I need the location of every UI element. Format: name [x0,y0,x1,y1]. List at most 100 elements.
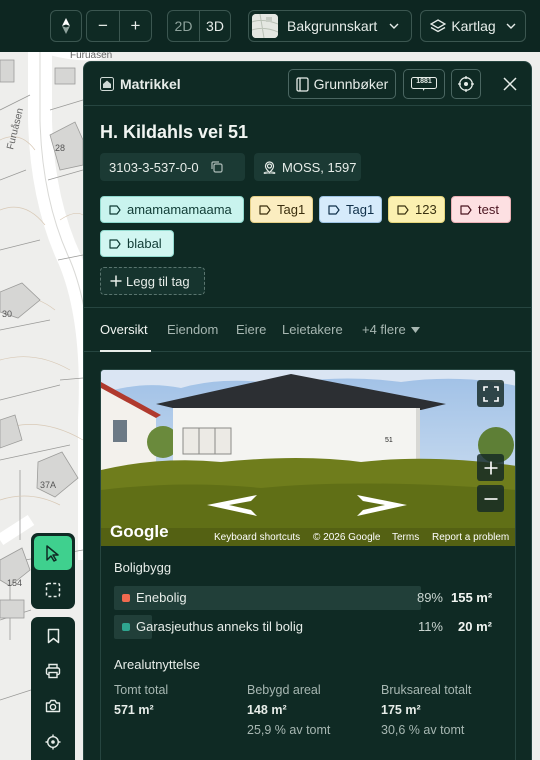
stat-subtext: 30,6 % av tomt [381,723,465,737]
keyboard-shortcuts-link[interactable]: Keyboard shortcuts [214,532,300,543]
street-view-zoom-out-button[interactable] [477,485,504,512]
active-tab-indicator [100,350,151,352]
stat-subtext: 25,9 % av tomt [247,723,331,737]
chevron-down-icon [506,23,516,29]
tag-chip[interactable]: 123 [388,196,445,223]
matrikkel-panel: Matrikkel Grunnbøker 1881 H. Kildahls ve… [83,61,532,760]
street-view[interactable]: 51 Google Keyboard shortcuts © 2026 Goog… [101,370,515,546]
stat-value: 148 m² [247,703,287,717]
tab-leietakere[interactable]: Leietakere [282,322,343,337]
tab-more[interactable]: +4 flere [362,322,420,337]
copyright-text: © 2026 Google [313,532,381,543]
plus-icon [484,461,497,474]
view-3d-button[interactable]: 3D [199,11,230,41]
zoom-out-button[interactable]: − [87,11,119,41]
close-button[interactable] [500,74,520,94]
print-button[interactable] [34,654,72,688]
stat-label: Bebygd areal [247,683,321,697]
tag-chip[interactable]: test [451,196,511,223]
building-row: Garasjeuthus anneks til bolig 11% 20 m² [114,615,496,639]
plus-icon [110,275,122,287]
tag-label: test [478,202,499,217]
tag-icon [109,204,121,215]
terms-link[interactable]: Terms [392,532,419,543]
house-number-label: 37A [40,480,56,490]
screenshot-button[interactable] [34,689,72,723]
tag-icon [259,204,271,215]
tag-chip[interactable]: Tag1 [319,196,382,223]
stat-value: 571 m² [114,703,154,717]
area-select-button[interactable] [34,573,72,607]
compass-button[interactable] [50,10,82,42]
basemap-label: Bakgrunnskart [287,18,378,34]
street-view-image: 51 [101,370,515,546]
grunnboker-label: Grunnbøker [313,76,389,92]
layers-dropdown[interactable]: Kartlag [420,10,526,42]
stat-value: 175 m² [381,703,421,717]
crosshair-icon [458,76,474,92]
view-mode-toggle: 2D 3D [167,10,231,42]
bookmark-icon [47,628,59,644]
view-2d-button[interactable]: 2D [168,11,199,41]
house-number-label: 28 [55,143,65,153]
top-toolbar: − + 2D 3D Bakgrunnskart Kartlag [0,0,540,52]
building-color-dot [122,594,130,602]
building-area: 155 m² [451,590,493,605]
my-location-button[interactable] [34,725,72,759]
building-color-dot [122,623,130,631]
matrikkel-id-chip[interactable]: 3103-3-537-0-0 [100,153,245,181]
locate-button[interactable] [451,69,481,99]
action-tools [31,617,75,760]
tab-eiendom[interactable]: Eiendom [167,322,218,337]
compass-icon [62,18,70,34]
municipality-text: MOSS, 1597 [282,159,357,175]
house-number-label: 154 [7,578,22,588]
panel-title: Matrikkel [120,76,181,92]
panel-header: Matrikkel Grunnbøker 1881 [84,62,531,106]
building-percent: 89% [416,590,443,605]
cursor-arrow-icon [46,544,59,562]
street-view-zoom-in-button[interactable] [477,454,504,481]
tag-chip[interactable]: amamamamaama [100,196,244,223]
caret-down-icon [410,326,420,333]
printer-icon [45,663,61,679]
tag-icon [460,204,472,215]
tag-icon [109,238,121,249]
google-logo: Google [110,522,169,541]
fullscreen-button[interactable] [477,380,504,407]
stat-label: Bruksareal totalt [381,683,472,697]
dashed-square-icon [45,582,61,598]
tag-label: amamamamaama [127,202,232,217]
tab-oversikt[interactable]: Oversikt [100,322,148,337]
book-icon [295,76,309,92]
copy-icon[interactable] [211,161,223,173]
house-number-sign: 51 [385,437,393,444]
report-problem-link[interactable]: Report a problem [432,532,509,543]
zoom-in-button[interactable]: + [119,11,151,41]
minus-icon [484,497,497,500]
location-target-icon [45,734,61,750]
add-tag-label: Legg til tag [126,273,190,289]
tag-icon [328,204,340,215]
tab-eiere[interactable]: Eiere [236,322,266,337]
add-tag-button[interactable]: Legg til tag [100,267,205,295]
tag-label: 123 [415,202,437,217]
1881-badge-text: 1881 [416,78,432,85]
tag-chip[interactable]: Tag1 [250,196,313,223]
layers-label: Kartlag [451,18,496,34]
grunnboker-button[interactable]: Grunnbøker [288,69,396,99]
tab-more-label: +4 flere [362,322,406,337]
1881-button[interactable]: 1881 [403,69,445,99]
bookmark-button[interactable] [34,619,72,653]
select-pointer-button[interactable] [34,536,72,570]
tag-label: Tag1 [277,202,306,217]
building-type: Enebolig [136,590,187,605]
tag-chip[interactable]: blabal [100,230,174,257]
house-number-label: 30 [2,309,12,319]
building-type: Garasjeuthus anneks til bolig [136,619,303,634]
building-area: 20 m² [458,619,492,634]
fullscreen-icon [482,385,499,402]
zoom-controls: − + [86,10,152,42]
basemap-dropdown[interactable]: Bakgrunnskart [248,10,412,42]
boligbygg-heading: Boligbygg [114,560,172,575]
